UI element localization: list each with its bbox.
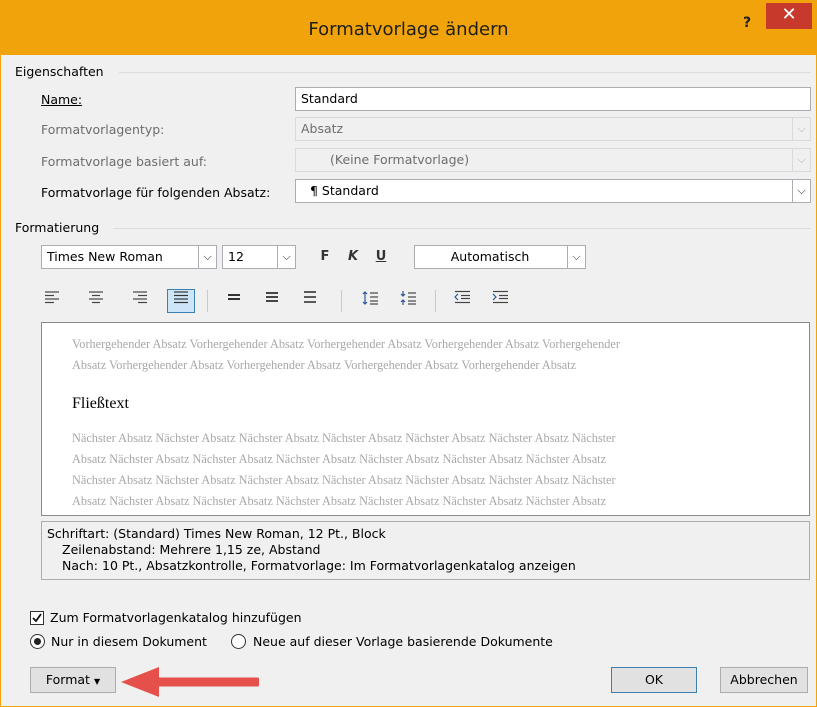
dialog-window: Formatvorlage ändern ? ✕ Eigenschaften N… <box>0 0 817 707</box>
font-size-value: 12 <box>228 249 244 264</box>
line-spacing-onehalf-icon[interactable] <box>261 290 283 312</box>
format-button-label: Format <box>45 672 90 687</box>
toolbar-separator <box>207 290 208 312</box>
based-on-label: Formatvorlage basiert auf: <box>41 154 207 169</box>
name-label-text: Name: <box>41 92 83 107</box>
italic-button[interactable]: K <box>342 246 364 268</box>
style-type-label: Formatvorlagentyp: <box>41 122 165 137</box>
based-on-select[interactable]: (Keine Formatvorlage) ⌵ <box>295 148 811 172</box>
preview-next-line: Absatz Nächster Absatz Nächster Absatz N… <box>72 452 607 466</box>
help-button[interactable]: ? <box>737 15 757 35</box>
add-to-gallery-checkbox[interactable] <box>30 611 44 625</box>
space-before-decrease-icon[interactable] <box>397 290 419 312</box>
increase-indent-icon[interactable] <box>489 290 511 312</box>
name-input[interactable]: Standard <box>295 87 811 111</box>
only-this-document-label[interactable]: Nur in diesem Dokument <box>51 634 207 649</box>
new-documents-label[interactable]: Neue auf dieser Vorlage basierende Dokum… <box>253 634 553 649</box>
chevron-down-icon: ⌵ <box>277 246 295 268</box>
formatting-group-label: Formatierung <box>15 220 100 235</box>
chevron-down-icon: ⌵ <box>792 118 810 140</box>
bold-button[interactable]: F <box>314 246 336 268</box>
toolbar-separator <box>341 290 342 312</box>
properties-divider <box>119 72 811 73</box>
toolbar-separator <box>435 290 436 312</box>
align-justify-icon[interactable] <box>167 289 195 313</box>
cancel-button[interactable]: Abbrechen <box>720 667 808 693</box>
space-before-increase-icon[interactable] <box>359 290 381 312</box>
font-name-value: Times New Roman <box>47 249 163 264</box>
align-center-icon[interactable] <box>85 290 107 312</box>
preview-next-line: Nächster Absatz Nächster Absatz Nächster… <box>72 431 616 445</box>
title-bar[interactable]: Formatvorlage ändern ? ✕ <box>1 1 816 55</box>
new-documents-radio[interactable] <box>231 634 246 649</box>
font-color-value: Automatisch <box>450 249 530 264</box>
style-preview-pane: Vorhergehender Absatz Vorhergehender Abs… <box>41 322 810 516</box>
line-spacing-single-icon[interactable] <box>223 290 245 312</box>
based-on-value: (Keine Formatvorlage) <box>330 152 470 167</box>
font-size-select[interactable]: 12 ⌵ <box>222 245 296 269</box>
preview-next-line: Nächster Absatz Nächster Absatz Nächster… <box>72 473 616 487</box>
chevron-down-icon: ⌵ <box>198 246 216 268</box>
description-line: Zeilenabstand: Mehrere 1,15 ze, Abstand <box>62 542 321 557</box>
name-label: Name: <box>41 92 82 107</box>
ok-button[interactable]: OK <box>611 667 697 693</box>
chevron-down-icon: ⌵ <box>567 246 585 268</box>
preview-previous-line: Absatz Vorhergehender Absatz Vorhergehen… <box>72 358 577 372</box>
line-spacing-double-icon[interactable] <box>299 290 321 312</box>
preview-previous-line: Vorhergehender Absatz Vorhergehender Abs… <box>72 337 620 351</box>
chevron-down-icon: ⌵ <box>792 180 810 202</box>
only-this-document-radio[interactable] <box>30 634 45 649</box>
following-style-label: Formatvorlage für folgenden Absatz: <box>41 185 271 200</box>
add-to-gallery-label[interactable]: Zum Formatvorlagenkatalog hinzufügen <box>50 610 302 625</box>
properties-group-label: Eigenschaften <box>15 64 104 79</box>
dialog-title: Formatvorlage ändern <box>308 19 509 40</box>
formatting-divider <box>113 228 811 229</box>
chevron-down-icon: ⌵ <box>792 149 810 171</box>
description-line: Schriftart: (Standard) Times New Roman, … <box>47 526 386 541</box>
decrease-indent-icon[interactable] <box>451 290 473 312</box>
preview-sample-text: Fließtext <box>72 395 129 412</box>
style-type-select[interactable]: Absatz ⌵ <box>295 117 811 141</box>
following-style-value: ¶ Standard <box>310 183 379 198</box>
red-arrow-annotation <box>121 667 259 697</box>
underline-button[interactable]: U <box>370 246 392 268</box>
description-line: Nach: 10 Pt., Absatzkontrolle, Formatvor… <box>62 558 576 573</box>
align-right-icon[interactable] <box>129 290 151 312</box>
style-description: Schriftart: (Standard) Times New Roman, … <box>41 521 810 580</box>
align-left-icon[interactable] <box>41 290 63 312</box>
following-style-select[interactable]: ¶ Standard ⌵ <box>295 179 811 203</box>
font-color-select[interactable]: Automatisch ⌵ <box>414 245 586 269</box>
format-menu-button[interactable]: Format ▼ <box>30 667 116 693</box>
font-name-select[interactable]: Times New Roman ⌵ <box>41 245 217 269</box>
preview-next-line: Absatz Nächster Absatz Nächster Absatz N… <box>72 494 607 508</box>
checkmark-icon <box>32 613 42 623</box>
style-type-value: Absatz <box>301 121 344 136</box>
close-button[interactable]: ✕ <box>766 3 812 29</box>
caret-down-icon: ▼ <box>93 677 101 686</box>
